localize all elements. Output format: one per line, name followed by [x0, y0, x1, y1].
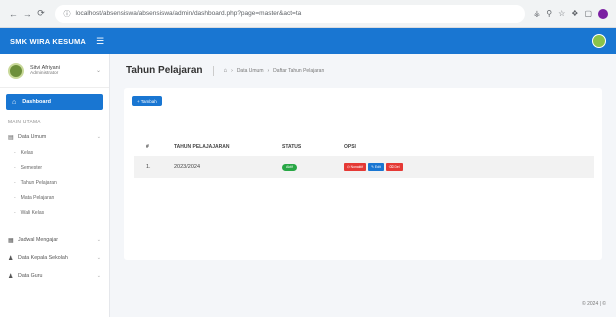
back-icon[interactable]: ←: [8, 7, 19, 21]
bullet-icon: -: [14, 164, 16, 171]
extensions-icon[interactable]: ❖: [571, 9, 578, 18]
user-avatar-icon[interactable]: [592, 34, 606, 48]
home-icon[interactable]: ⌂: [224, 68, 228, 74]
sidebar-subitem-label: Semester: [20, 164, 43, 171]
user-role: Administrator: [30, 70, 59, 76]
delete-button[interactable]: ⌫ Del: [385, 163, 403, 171]
user-icon: ♟: [8, 255, 14, 262]
bullet-icon: -: [14, 194, 16, 201]
column-header: STATUS: [282, 144, 302, 150]
sidebar-subitem-label: Wali Kelas: [20, 209, 45, 216]
chevron-down-icon: ⌄: [96, 237, 101, 243]
reload-icon[interactable]: ⟳: [36, 7, 47, 21]
row-number: 1.: [146, 164, 151, 170]
sidebar-item-label: Jadwal Mengajar: [18, 237, 59, 243]
hamburger-menu-icon[interactable]: ☰: [96, 36, 104, 47]
home-icon: ⌂: [12, 98, 17, 106]
address-bar[interactable]: ⓘ localhost/absensiswa/absensiswa/admin/…: [55, 4, 526, 23]
sidebar-subitem-wali-kelas[interactable]: - Wali Kelas: [0, 205, 109, 220]
sidebar-subitem-kelas[interactable]: - Kelas: [0, 145, 109, 160]
user-panel[interactable]: Sitvi Afriyani Administrator ⌄: [0, 54, 109, 88]
column-header: OPSI: [344, 144, 356, 150]
sidebar-item-data-umum[interactable]: ▤ Data Umum ⌄: [0, 129, 109, 145]
sidebar-item-label: Data Guru: [18, 273, 43, 279]
deactivate-button[interactable]: ⏻ Nonaktif: [344, 163, 367, 171]
key-icon[interactable]: ⚶: [533, 9, 540, 18]
avatar: [8, 62, 24, 79]
sidebar-item-label: Data Kepala Sekolah: [18, 255, 68, 261]
sidebar-item-data-kepala-sekolah[interactable]: ♟ Data Kepala Sekolah ⌄: [0, 250, 109, 266]
chevron-down-icon: ⌄: [96, 273, 101, 279]
main-content: Tahun Pelajaran ⌂ › Data Umum › Daftar T…: [110, 54, 616, 317]
sidebar-subitem-label: Tahun Pelajaran: [20, 179, 57, 186]
sidebar-subitem-tahun-pelajaran[interactable]: - Tahun Pelajaran: [0, 175, 109, 190]
content-card: + Tambah # TAHUN PELAJAJARAN STATUS OPSI…: [124, 88, 602, 260]
footer-copyright: © 2024 | ©: [582, 301, 606, 307]
url-text: localhost/absensiswa/absensiswa/admin/da…: [75, 10, 302, 17]
chevron-right-icon: ›: [231, 67, 233, 74]
table-row: 1. 2023/2024 Aktif ⏻ Nonaktif ✎ Edit ⌫ D…: [134, 156, 594, 178]
browser-toolbar: ← → ⟳ ⓘ localhost/absensiswa/absensiswa/…: [0, 0, 616, 28]
tahun-pelajaran-cell: 2023/2024: [174, 164, 200, 170]
sidebar-subitem-semester[interactable]: - Semester: [0, 160, 109, 175]
bullet-icon: -: [14, 209, 16, 216]
sidebar-item-data-guru[interactable]: ♟ Data Guru ⌄: [0, 268, 109, 284]
table-header: # TAHUN PELAJAJARAN STATUS OPSI: [134, 140, 594, 154]
sidebar-subitem-label: Mata Pelajaran: [20, 194, 55, 201]
sidebar-subitem-mata-pelajaran[interactable]: - Mata Pelajaran: [0, 190, 109, 205]
sidebar-item-jadwal-mengajar[interactable]: ▦ Jadwal Mengajar ⌄: [0, 232, 109, 248]
chevron-down-icon: ⌄: [96, 134, 101, 140]
sidebar-item-label: Data Umum: [18, 134, 47, 140]
edit-label: Edit: [374, 165, 381, 169]
add-button[interactable]: + Tambah: [132, 96, 162, 106]
profile-icon[interactable]: [598, 8, 608, 19]
breadcrumb: ⌂ › Data Umum › Daftar Tahun Pelajaran: [212, 65, 325, 76]
chevron-down-icon[interactable]: ⌄: [96, 67, 101, 74]
calendar-icon: ▦: [8, 237, 14, 244]
data-table: # TAHUN PELAJAJARAN STATUS OPSI 1. 2023/…: [134, 140, 594, 178]
site-info-icon[interactable]: ⓘ: [63, 9, 70, 19]
user-icon: ♟: [8, 273, 14, 280]
sidebar-section-title: MAIN UTAMA: [8, 120, 41, 125]
sidebar-subitem-label: Kelas: [20, 149, 34, 156]
chevron-down-icon: ⌄: [96, 255, 101, 261]
sidebar-item-dashboard[interactable]: ⌂ Dashboard: [6, 94, 103, 110]
sidepanel-icon[interactable]: ▢: [584, 9, 592, 18]
forward-icon[interactable]: →: [22, 7, 33, 21]
bullet-icon: -: [14, 149, 16, 156]
deactivate-label: Nonaktif: [350, 165, 364, 169]
app-navbar: SMK WIRA KESUMA ☰: [0, 28, 616, 54]
column-header: TAHUN PELAJAJARAN: [174, 144, 230, 150]
bullet-icon: -: [14, 179, 16, 186]
breadcrumb-item[interactable]: Data Umum: [237, 68, 264, 74]
star-icon[interactable]: ☆: [558, 9, 565, 18]
column-header: #: [146, 144, 149, 150]
user-name: Sitvi Afriyani: [30, 64, 60, 71]
folder-icon: ▤: [8, 134, 14, 141]
zoom-icon[interactable]: ⚲: [546, 9, 552, 18]
brand-title: SMK WIRA KESUMA: [10, 36, 87, 46]
sidebar: Sitvi Afriyani Administrator ⌄ ⌂ Dashboa…: [0, 54, 110, 317]
sidebar-item-label: Dashboard: [22, 99, 51, 105]
delete-label: Del: [394, 165, 400, 169]
status-badge: Aktif: [282, 163, 297, 171]
edit-button[interactable]: ✎ Edit: [368, 163, 384, 171]
chevron-right-icon: ›: [267, 67, 270, 74]
page-title: Tahun Pelajaran: [126, 65, 203, 76]
breadcrumb-item: Daftar Tahun Pelajaran: [273, 67, 325, 74]
